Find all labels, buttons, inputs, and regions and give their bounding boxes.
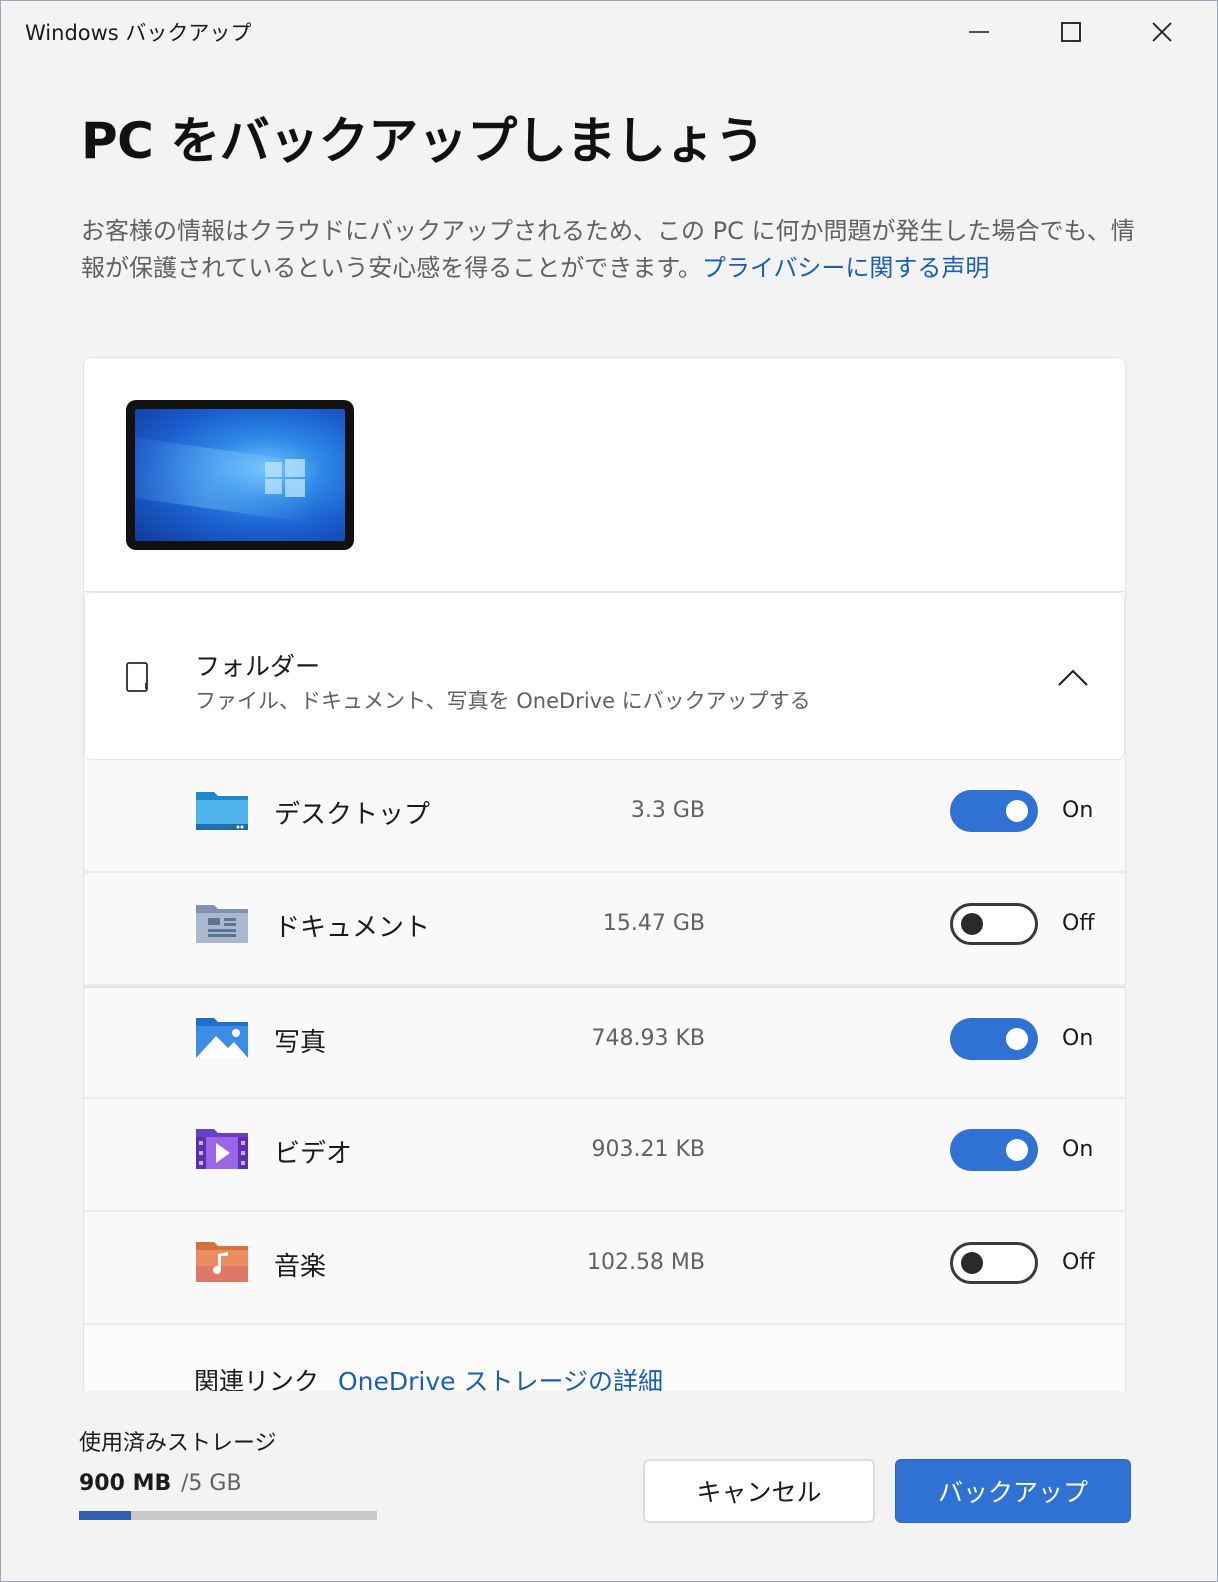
toggle-knob — [1006, 1028, 1028, 1050]
toggle-knob — [961, 913, 983, 935]
folder-name: ビデオ — [274, 1139, 353, 1169]
cancel-button[interactable]: キャンセル — [643, 1459, 875, 1523]
storage-progress-fill — [79, 1511, 132, 1520]
toggle-state: On — [1062, 1137, 1094, 1162]
folder-size: 15.47 GB — [602, 911, 705, 936]
toggle-state: Off — [1062, 1250, 1095, 1275]
storage-label: 使用済みストレージ — [79, 1431, 277, 1456]
folders-title: フォルダー — [195, 652, 321, 681]
toggle-state: Off — [1062, 911, 1095, 936]
storage-progress-bar — [79, 1511, 377, 1520]
folder-row-documents: ドキュメント 15.47 GB Off — [84, 873, 1125, 986]
toggle-knob — [1006, 1139, 1028, 1161]
desktop-folder-icon — [196, 792, 248, 830]
backup-button[interactable]: バックアップ — [895, 1459, 1131, 1523]
page-description: お客様の情報はクラウドにバックアップされるため、この PC に何か問題が発生した… — [81, 213, 1141, 287]
pictures-folder-icon — [196, 1018, 248, 1058]
folder-size: 102.58 MB — [586, 1250, 705, 1275]
page-title: PC をバックアップしましょう — [81, 112, 765, 170]
app-title: Windows バックアップ — [25, 21, 252, 45]
windows-logo-icon — [265, 459, 305, 497]
tablet-icon — [126, 662, 148, 692]
chevron-up-icon[interactable] — [1053, 663, 1093, 693]
folder-row-desktop: デスクトップ 3.3 GB On — [84, 760, 1125, 873]
videos-toggle[interactable] — [950, 1129, 1038, 1171]
footer: 使用済みストレージ 900 MB /5 GB キャンセル バックアップ — [1, 1391, 1217, 1581]
folders-subtitle: ファイル、ドキュメント、写真を OneDrive にバックアップする — [195, 689, 811, 713]
videos-folder-icon — [196, 1129, 248, 1169]
folder-size: 748.93 KB — [591, 1026, 706, 1051]
folder-row-videos: ビデオ 903.21 KB On — [84, 1099, 1125, 1212]
maximize-button[interactable] — [1041, 9, 1101, 55]
toggle-state: On — [1062, 798, 1094, 823]
folder-size: 903.21 KB — [591, 1137, 706, 1162]
folder-row-pictures: 写真 748.93 KB On — [84, 986, 1125, 1099]
folder-name: 写真 — [274, 1028, 327, 1058]
device-panel — [84, 358, 1125, 592]
folder-name: ドキュメント — [274, 913, 431, 943]
minimize-icon — [969, 31, 989, 33]
toggle-knob — [961, 1252, 983, 1274]
folder-name: デスクトップ — [274, 800, 431, 830]
backup-window: Windows バックアップ PC をバックアップしましょう お客様の情報はクラ… — [0, 0, 1218, 1582]
device-screen — [135, 409, 345, 541]
toggle-knob — [1006, 800, 1028, 822]
privacy-statement-link[interactable]: プライバシーに関する声明 — [702, 254, 990, 282]
desktop-toggle[interactable] — [950, 790, 1038, 832]
folder-size: 3.3 GB — [630, 798, 705, 823]
music-folder-icon — [196, 1242, 248, 1282]
close-button[interactable] — [1132, 9, 1192, 55]
close-icon — [1152, 22, 1172, 42]
toggle-state: On — [1062, 1026, 1094, 1051]
storage-total: /5 GB — [181, 1471, 242, 1496]
minimize-button[interactable] — [949, 9, 1009, 55]
backup-card: フォルダー ファイル、ドキュメント、写真を OneDrive にバックアップする… — [83, 357, 1126, 1397]
maximize-icon — [1061, 22, 1081, 42]
documents-folder-icon — [196, 905, 248, 943]
folder-name: 音楽 — [274, 1252, 327, 1282]
title-bar: Windows バックアップ — [1, 1, 1217, 63]
folders-header[interactable]: フォルダー ファイル、ドキュメント、写真を OneDrive にバックアップする — [84, 592, 1125, 760]
music-toggle[interactable] — [950, 1242, 1038, 1284]
storage-used: 900 MB — [79, 1471, 172, 1496]
pictures-toggle[interactable] — [950, 1018, 1038, 1060]
device-image — [126, 400, 354, 550]
documents-toggle[interactable] — [950, 903, 1038, 945]
folder-row-music: 音楽 102.58 MB Off — [84, 1212, 1125, 1325]
